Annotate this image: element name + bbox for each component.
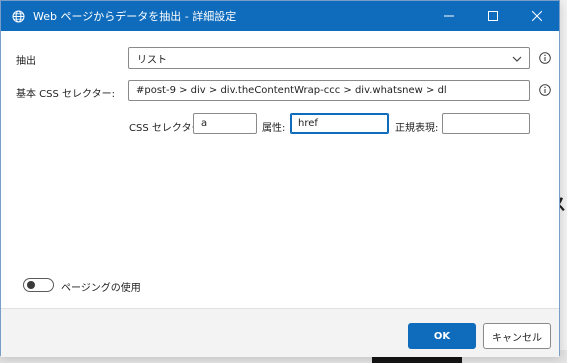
maximize-icon [488, 11, 498, 21]
cancel-button[interactable]: キャンセル [483, 323, 551, 349]
extract-label: 抽出 [16, 56, 36, 67]
minimize-button[interactable] [427, 1, 471, 31]
paging-toggle-label: ページングの使用 [61, 283, 141, 294]
css-selector-input[interactable]: a [193, 113, 257, 134]
chevron-down-icon [512, 56, 522, 62]
regex-label: 正規表現: [395, 123, 439, 134]
attribute-label: 属性: [262, 123, 286, 134]
title-bar[interactable]: Web ページからデータを抽出 - 詳細設定 [1, 1, 559, 31]
dialog-footer: OK キャンセル [1, 308, 559, 357]
maximize-button[interactable] [471, 1, 515, 31]
close-icon [532, 11, 542, 21]
window-title: Web ページからデータを抽出 - 詳細設定 [33, 10, 237, 23]
minimize-icon [444, 15, 454, 17]
toggle-knob [27, 281, 35, 289]
base-css-selector-label: 基本 CSS セレクター: [16, 89, 116, 100]
attribute-input[interactable]: href [290, 113, 389, 134]
regex-input[interactable] [442, 113, 530, 134]
ok-button[interactable]: OK [408, 323, 476, 349]
base-css-selector-input[interactable]: #post-9 > div > div.theContentWrap-ccc >… [128, 80, 530, 101]
globe-icon [11, 9, 25, 23]
info-icon[interactable] [539, 52, 551, 64]
paging-toggle[interactable] [23, 278, 54, 292]
advanced-settings-dialog: Web ページからデータを抽出 - 詳細設定 抽出 リスト 基本 CSS セレク… [0, 0, 560, 357]
extract-dropdown-value: リスト [137, 54, 167, 66]
close-button[interactable] [515, 1, 559, 31]
info-icon[interactable] [539, 84, 551, 96]
extract-dropdown[interactable]: リスト [128, 47, 530, 69]
